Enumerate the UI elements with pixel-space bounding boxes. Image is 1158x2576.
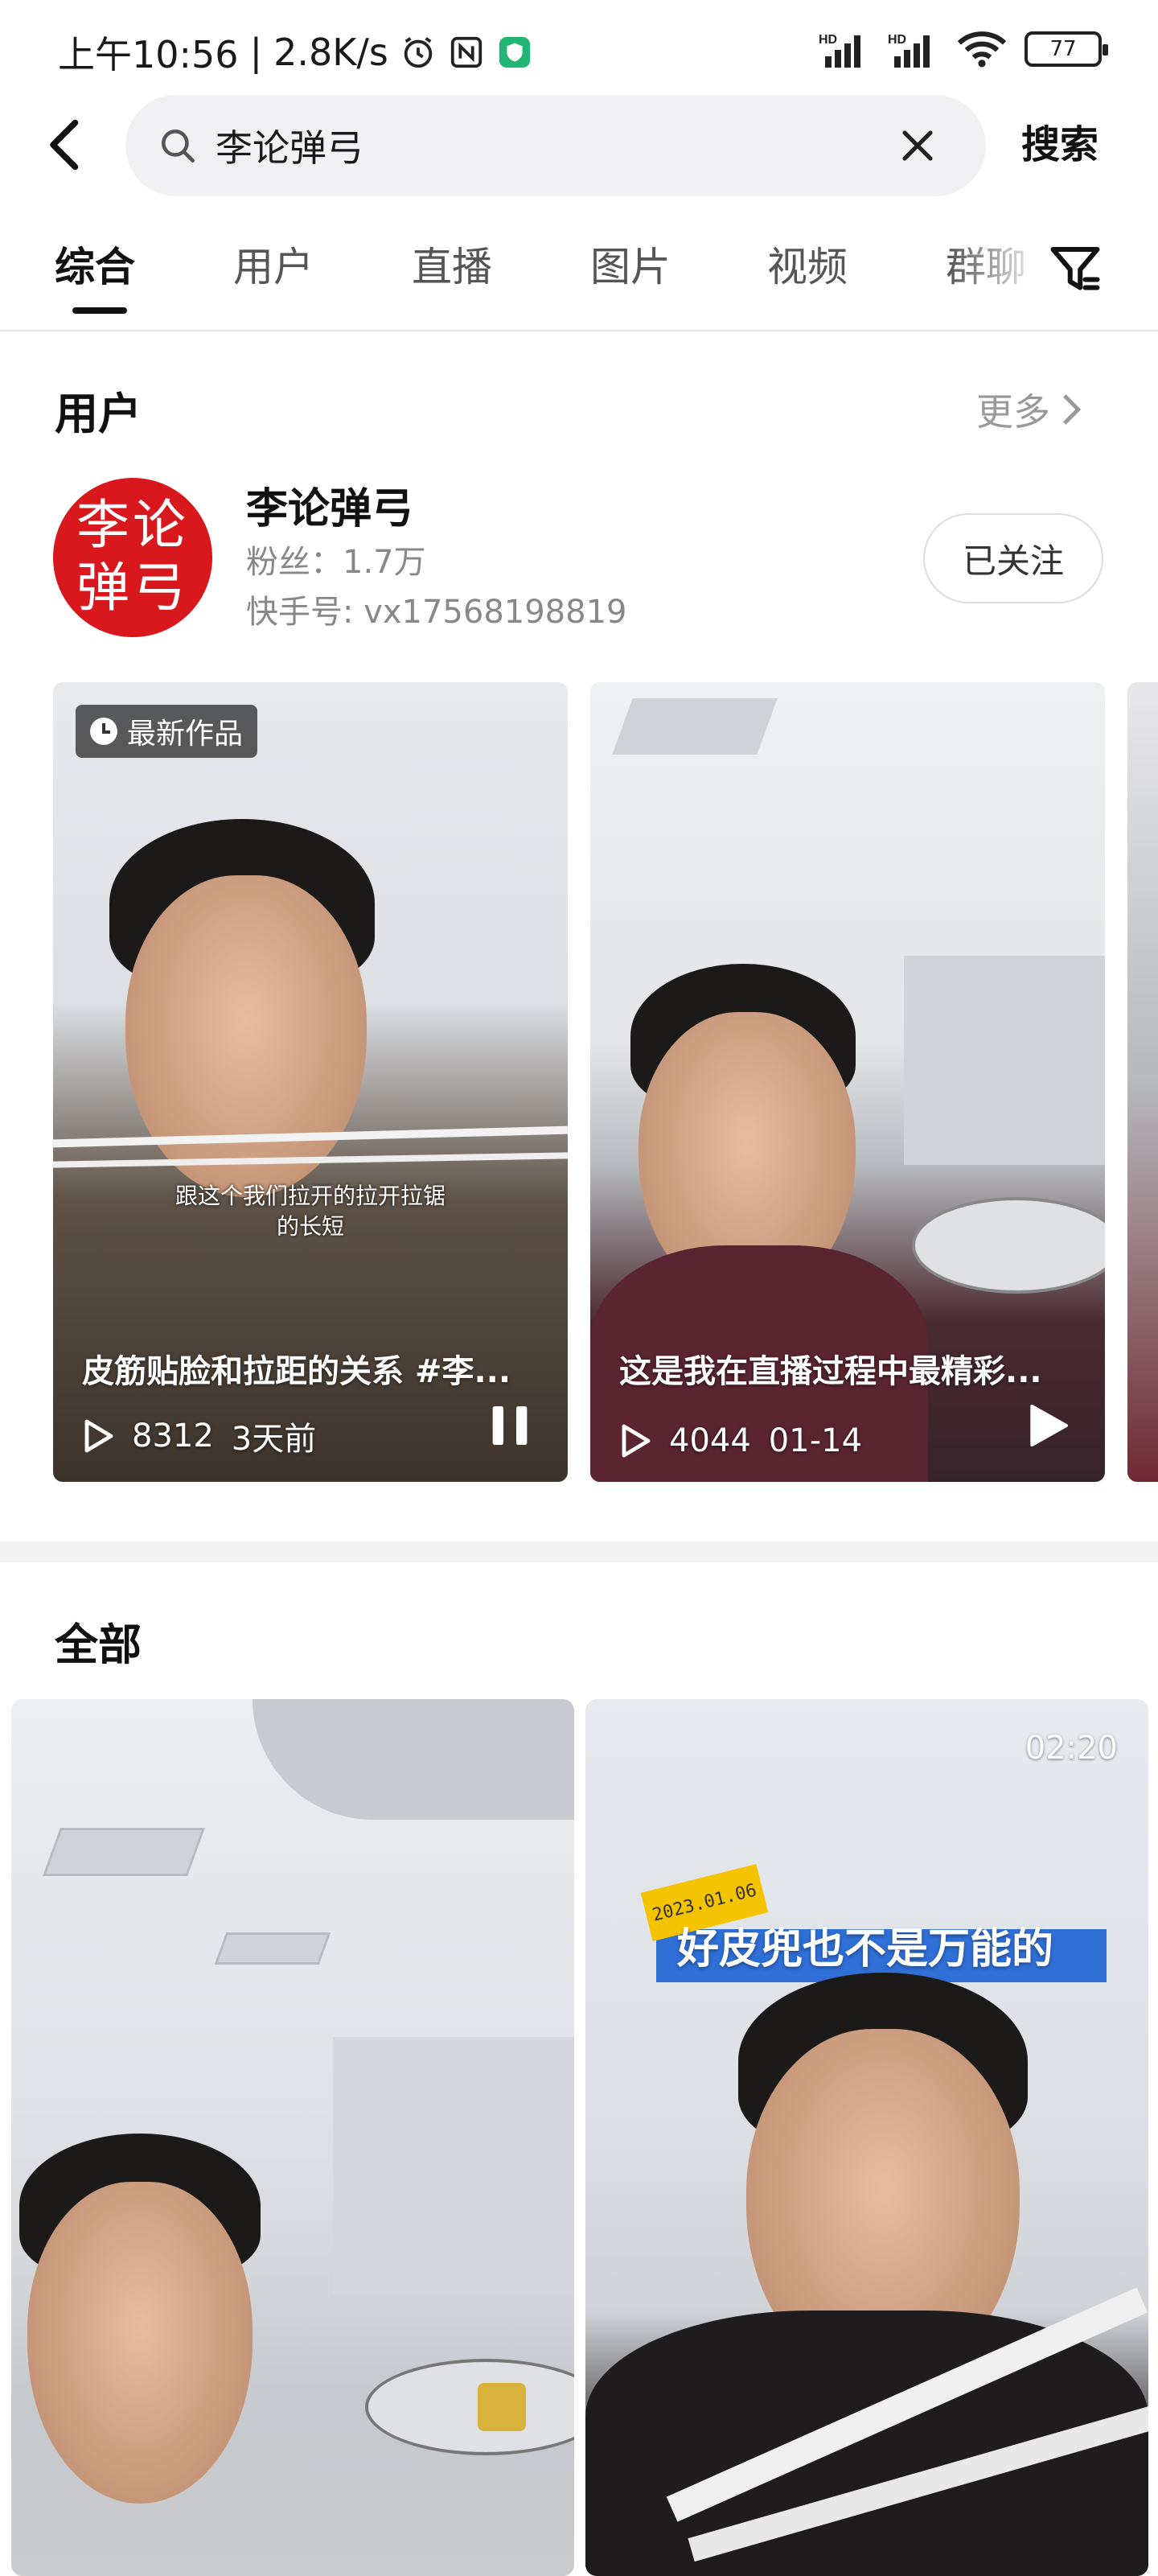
follow-button[interactable]: 已关注 — [923, 513, 1103, 603]
table-background — [912, 1197, 1105, 1294]
tabs-fade — [949, 217, 1045, 314]
status-left: 上午10:56 | 2.8K/s — [58, 26, 533, 79]
video-caption: 好皮兜也不是万能的 — [677, 1925, 1054, 1973]
user-name[interactable]: 李论弹弓 — [246, 475, 413, 535]
all-section-title: 全部 — [55, 1619, 142, 1670]
tabs-divider — [0, 330, 1158, 331]
avatar-text: 李论 弹弓 — [53, 494, 212, 619]
ceiling-light-2 — [214, 1932, 331, 1965]
play-count: 4044 — [669, 1422, 751, 1459]
users-section-title: 用户 — [55, 389, 142, 439]
search-box[interactable]: 李论弹弓 — [125, 95, 986, 196]
avatar-text-line-1: 李论 — [76, 494, 189, 556]
svg-text:HD: HD — [819, 33, 837, 47]
more-label: 更多 — [976, 390, 1050, 434]
svg-text:HD: HD — [888, 33, 906, 47]
ceiling-light — [612, 698, 778, 755]
battery-level: 77 — [1049, 37, 1077, 61]
play-icon[interactable] — [1021, 1400, 1073, 1451]
status-bar: 上午10:56 | 2.8K/s HD HD 77 — [0, 0, 1158, 97]
search-button[interactable]: 搜索 — [1021, 113, 1098, 177]
play-count-icon — [84, 1419, 113, 1453]
pause-icon[interactable] — [484, 1400, 536, 1451]
cup — [478, 2383, 526, 2431]
play-count: 8312 — [132, 1418, 214, 1455]
more-users-link[interactable]: 更多 — [976, 383, 1082, 436]
tab-comprehensive[interactable]: 综合 — [55, 235, 135, 293]
back-arrow-icon — [50, 119, 79, 171]
active-tab-indicator — [72, 307, 127, 314]
alarm-icon — [404, 37, 433, 68]
video-thumbnail-face — [125, 875, 367, 1197]
room-background — [904, 956, 1105, 1165]
battery-icon: 77 — [1025, 31, 1108, 67]
play-count-icon — [622, 1424, 651, 1458]
close-icon — [902, 130, 933, 161]
back-button[interactable] — [45, 113, 93, 177]
user-video-card[interactable]: 最新作品 跟这个我们拉开的拉开拉锯 的长短 皮筋贴脸和拉距的关系 #李... 8… — [53, 682, 568, 1482]
ceiling-light — [43, 1828, 205, 1876]
status-time: 上午10:56 — [58, 33, 239, 76]
latest-work-badge: 最新作品 — [76, 705, 258, 758]
ceiling-dome — [253, 1699, 574, 1820]
filter-icon — [1050, 247, 1100, 290]
video-title: 这是我在直播过程中最精彩... — [619, 1353, 1042, 1390]
tab-videos[interactable]: 视频 — [767, 235, 848, 293]
section-divider — [0, 1541, 1158, 1562]
wifi-icon — [957, 31, 1007, 68]
video-grid-card[interactable]: 02:20 2023.01.06 好皮兜也不是万能的 — [585, 1699, 1148, 2576]
latest-work-label: 最新作品 — [127, 718, 244, 751]
user-kuaishou-id: 快手号: vx17568198819 — [246, 594, 627, 631]
clock-icon — [90, 718, 117, 745]
video-duration: 02:20 — [1025, 1730, 1118, 1767]
signal-hd-icon: HD — [819, 33, 860, 68]
video-subtitle: 跟这个我们拉开的拉开拉锯 的长短 — [175, 1183, 446, 1240]
status-separator: | — [249, 31, 263, 74]
chevron-right-icon — [1062, 394, 1082, 425]
clear-search-button[interactable] — [889, 117, 946, 174]
security-app-icon — [499, 36, 531, 68]
search-input[interactable]: 李论弹弓 — [216, 119, 889, 172]
search-icon — [162, 130, 195, 163]
user-video-card-partial[interactable] — [1127, 682, 1158, 1482]
video-date: 3天前 — [231, 1421, 317, 1458]
video-meta: 8312 3天前 — [82, 1413, 316, 1459]
tab-images[interactable]: 图片 — [590, 235, 671, 293]
user-avatar[interactable]: 李论 弹弓 — [53, 478, 212, 637]
video-thumbnail-face — [27, 2182, 253, 2504]
video-grid-card[interactable] — [11, 1699, 574, 2576]
avatar-text-line-2: 弹弓 — [76, 557, 189, 619]
network-speed: 2.8K/s — [273, 31, 388, 74]
tab-live[interactable]: 直播 — [412, 235, 492, 293]
table-background — [365, 2359, 574, 2455]
status-right: HD HD 77 — [819, 31, 1108, 68]
signal-hd-icon-2: HD — [888, 33, 930, 68]
filter-button[interactable] — [1047, 241, 1103, 298]
search-tabs: 综合 用户 直播 图片 视频 群聊 — [0, 217, 1158, 330]
user-fans: 粉丝：1.7万 — [246, 544, 426, 581]
video-meta: 4044 01-14 — [619, 1422, 862, 1459]
user-video-card[interactable]: 这是我在直播过程中最精彩... 4044 01-14 — [590, 682, 1105, 1482]
video-date: 01-14 — [768, 1422, 863, 1459]
nfc-icon — [450, 36, 482, 68]
tab-users[interactable]: 用户 — [233, 235, 314, 293]
room-background — [333, 2037, 574, 2294]
video-title: 皮筋贴脸和拉距的关系 #李... — [82, 1353, 511, 1390]
